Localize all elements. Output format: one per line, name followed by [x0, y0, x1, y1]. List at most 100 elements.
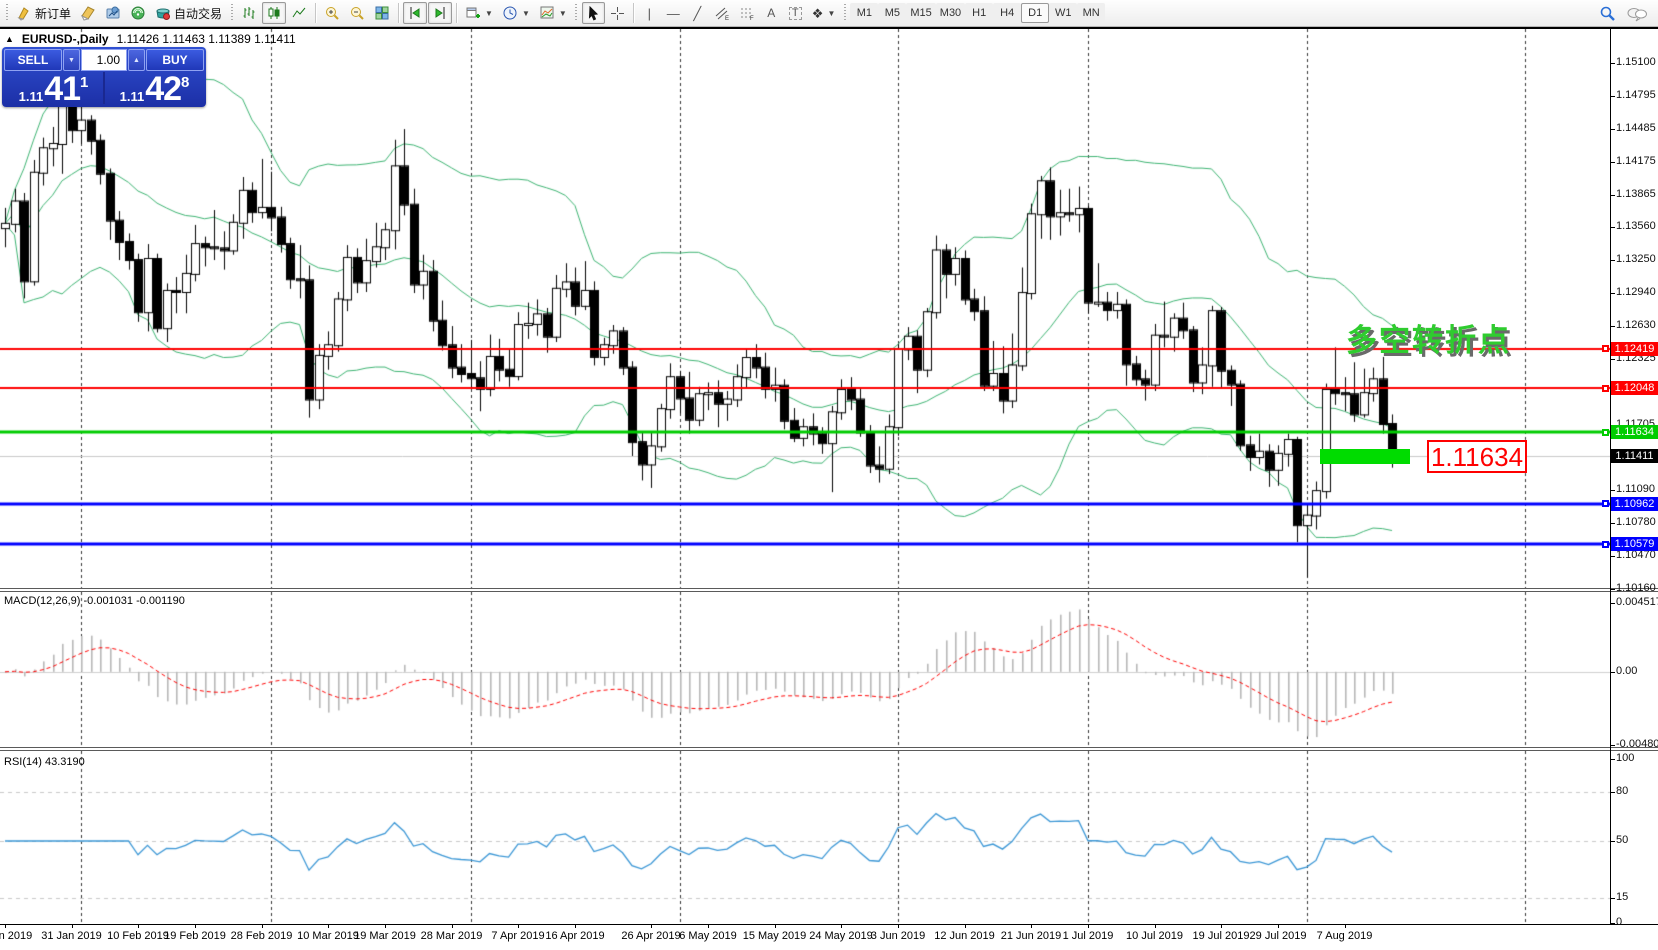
- chart-ohlc-values: 1.11426 1.11463 1.11389 1.11411: [117, 32, 296, 46]
- timeframe-button-mn[interactable]: MN: [1077, 3, 1105, 23]
- time-axis-tick: [965, 924, 966, 928]
- vertical-line-icon: |: [648, 7, 651, 20]
- symbol-marker-icon: ▲: [5, 34, 14, 44]
- toolbar-drag-handle[interactable]: [842, 4, 847, 22]
- price-chart-canvas[interactable]: [0, 29, 1610, 588]
- periods-button[interactable]: ▼: [498, 2, 534, 24]
- rsi-axis-tick: [1610, 923, 1615, 924]
- tile-windows-button[interactable]: [370, 2, 394, 24]
- chat-icon[interactable]: [1626, 6, 1648, 22]
- templates-button[interactable]: ▼: [535, 2, 571, 24]
- price-axis-tick-label: 1.12630: [1616, 319, 1656, 331]
- autotrading-button[interactable]: 自动交易: [151, 2, 226, 24]
- macd-pane-canvas[interactable]: [0, 592, 1610, 747]
- chevron-down-icon: ▼: [522, 9, 530, 18]
- equidistant-channel-tool[interactable]: E: [710, 2, 734, 24]
- turning-point-annotation[interactable]: 多空转折点: [1346, 315, 1511, 360]
- price-axis-tick: [1610, 490, 1615, 491]
- price-axis-tick-label: 1.13865: [1616, 188, 1656, 200]
- timeframe-button-m1[interactable]: M1: [850, 3, 878, 23]
- price-axis-tick-label: 1.14795: [1616, 89, 1656, 101]
- time-axis-label: 19 Mar 2019: [354, 930, 416, 942]
- timeframe-button-m5[interactable]: M5: [878, 3, 906, 23]
- line-chart-button[interactable]: [287, 2, 311, 24]
- candlestick-chart-button[interactable]: [262, 2, 286, 24]
- metaeditor-button[interactable]: [76, 2, 100, 24]
- volume-decrease-button[interactable]: ▼: [63, 49, 80, 71]
- time-axis[interactable]: 2 Jan 201931 Jan 201910 Feb 201919 Feb 2…: [0, 924, 1658, 950]
- rsi-pane-canvas[interactable]: [0, 751, 1610, 924]
- cursor-button[interactable]: [582, 2, 605, 24]
- timeframe-button-d1[interactable]: D1: [1021, 3, 1049, 23]
- auto-scroll-button[interactable]: [403, 2, 427, 24]
- timeframe-toolbar: M1M5M15M30H1H4D1W1MN: [850, 3, 1105, 23]
- time-axis-label: 21 Jun 2019: [1001, 930, 1062, 942]
- new-order-button[interactable]: 新订单: [12, 2, 75, 24]
- volume-increase-button[interactable]: ▲: [128, 49, 145, 71]
- text-label-tool[interactable]: T: [784, 2, 807, 24]
- line-price-flag[interactable]: 1.11634: [1611, 425, 1658, 439]
- timeframe-button-m15[interactable]: M15: [906, 3, 935, 23]
- price-axis-tick: [1610, 523, 1615, 524]
- time-axis-label: 3 Jun 2019: [871, 930, 925, 942]
- signals-icon: [130, 5, 146, 21]
- volume-input[interactable]: [81, 49, 127, 71]
- line-price-flag[interactable]: 1.12419: [1611, 342, 1658, 356]
- chart-shift-button[interactable]: [428, 2, 452, 24]
- zoom-in-button[interactable]: [320, 2, 344, 24]
- sell-button[interactable]: SELL: [4, 49, 62, 71]
- line-price-flag[interactable]: 1.12048: [1611, 381, 1658, 395]
- timeframe-button-m30[interactable]: M30: [936, 3, 965, 23]
- channel-icon: E: [714, 6, 730, 21]
- time-axis-tick: [1278, 924, 1279, 928]
- time-axis-tick: [385, 924, 386, 928]
- price-axis-tick-label: 1.13250: [1616, 253, 1656, 265]
- time-axis-label: 24 May 2019: [809, 930, 873, 942]
- market-watch-button[interactable]: [101, 2, 125, 24]
- metaeditor-icon: [80, 5, 96, 21]
- buy-price-quote[interactable]: 1.11 42 8: [105, 72, 204, 104]
- line-price-flag[interactable]: 1.10579: [1611, 537, 1658, 551]
- search-icon[interactable]: [1599, 5, 1616, 22]
- macd-axis-tick-label: 0.00: [1616, 665, 1637, 677]
- toolbar-drag-handle[interactable]: [229, 4, 234, 22]
- fibonacci-tool[interactable]: F: [735, 2, 759, 24]
- line-handle[interactable]: [1602, 429, 1609, 436]
- rsi-axis-tick-label: 50: [1616, 834, 1628, 846]
- timeframe-button-h1[interactable]: H1: [965, 3, 993, 23]
- line-handle[interactable]: [1602, 385, 1609, 392]
- text-tool[interactable]: A: [760, 2, 783, 24]
- line-price-flag[interactable]: 1.10962: [1611, 497, 1658, 511]
- price-axis-tick: [1610, 260, 1615, 261]
- time-axis-label: 16 Apr 2019: [545, 930, 604, 942]
- crosshair-button[interactable]: [606, 2, 629, 24]
- price-axis-tick: [1610, 227, 1615, 228]
- toolbar-drag-handle[interactable]: [574, 4, 579, 22]
- line-handle[interactable]: [1602, 345, 1609, 352]
- sell-price-quote[interactable]: 1.11 41 1: [4, 72, 103, 104]
- trendline-tool[interactable]: ╱: [686, 2, 709, 24]
- buy-button[interactable]: BUY: [146, 49, 204, 71]
- green-zone-annotation[interactable]: [1320, 449, 1410, 464]
- timeframe-button-w1[interactable]: W1: [1049, 3, 1077, 23]
- line-handle[interactable]: [1602, 541, 1609, 548]
- horizontal-line-tool[interactable]: —: [662, 2, 685, 24]
- shapes-tool[interactable]: ❖▼: [808, 2, 840, 24]
- line-handle[interactable]: [1602, 500, 1609, 507]
- new-chart-button[interactable]: ▼: [461, 2, 497, 24]
- macd-axis-tick: [1610, 745, 1615, 746]
- price-axis-tick-label: 1.15100: [1616, 56, 1656, 68]
- auto-scroll-icon: [407, 5, 423, 21]
- signals-button[interactable]: [126, 2, 150, 24]
- timeframe-button-h4[interactable]: H4: [993, 3, 1021, 23]
- price-callout-box[interactable]: 1.11634: [1427, 440, 1527, 473]
- toolbar-drag-handle[interactable]: [4, 4, 9, 22]
- time-axis-label: 10 Mar 2019: [297, 930, 359, 942]
- time-axis-label: 6 May 2019: [679, 930, 736, 942]
- time-axis-label: 1 Jul 2019: [1063, 930, 1114, 942]
- rsi-axis-tick: [1610, 841, 1615, 842]
- zoom-out-button[interactable]: [345, 2, 369, 24]
- bar-chart-button[interactable]: [237, 2, 261, 24]
- vertical-line-tool[interactable]: |: [638, 2, 661, 24]
- time-axis-tick: [72, 924, 73, 928]
